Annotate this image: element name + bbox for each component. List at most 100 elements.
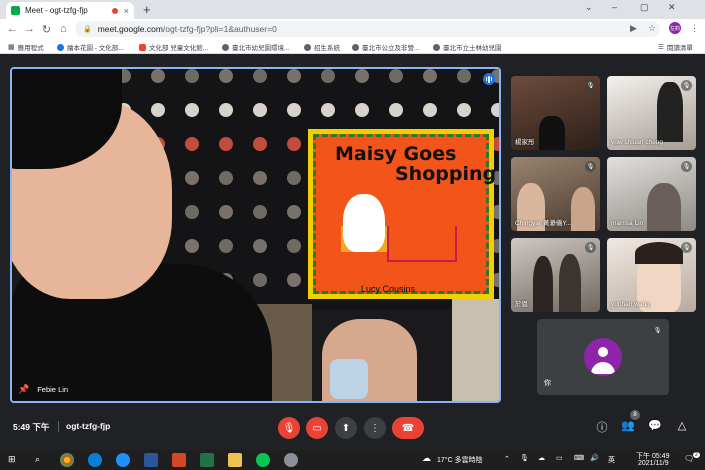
chat-icon[interactable]: 💬 — [647, 419, 663, 432]
participants-count-badge: 8 — [630, 410, 640, 420]
paint-app-icon[interactable] — [284, 453, 298, 467]
pegboard-hole — [253, 273, 267, 287]
pegboard-hole — [287, 171, 301, 185]
mic-off-icon: 🎙 — [282, 422, 296, 434]
address-bar[interactable]: 🔒 meet.google.com /ogt-tzfg-fjp?pli=1&au… — [75, 21, 660, 37]
window-minimize-button[interactable]: – — [612, 2, 617, 12]
people-icon[interactable]: 👥 — [620, 419, 636, 432]
battery-icon[interactable]: ▭ — [556, 454, 563, 462]
divider — [58, 421, 59, 432]
participant-name: yow shiuan cheng — [611, 139, 664, 146]
participant-tile[interactable]: 🎙 marrisa Lin — [607, 157, 696, 231]
pegboard-hole — [253, 239, 267, 253]
volume-icon[interactable]: 🔊 — [590, 454, 599, 462]
pin-icon[interactable]: 📌 — [18, 384, 29, 395]
mic-muted-icon: 🎙 — [681, 242, 692, 253]
window-maximize-button[interactable]: ▢ — [640, 2, 649, 13]
internet-explorer-icon[interactable] — [116, 453, 130, 467]
pegboard-hole — [287, 137, 301, 151]
tab-close-icon[interactable]: × — [124, 6, 129, 16]
pegboard-hole — [457, 103, 471, 117]
pegboard-hole — [253, 69, 267, 83]
pegboard-hole — [185, 239, 199, 253]
file-explorer-icon[interactable] — [228, 453, 242, 467]
pegboard-hole — [253, 171, 267, 185]
notification-count-badge: 2 — [693, 452, 700, 458]
window-close-button[interactable]: ✕ — [668, 2, 676, 13]
bookmark-item[interactable]: 臺北市公立及非營... — [352, 42, 419, 52]
bookmark-item[interactable]: 臺北市立士林幼兒園 — [433, 42, 502, 52]
mic-muted-icon: 🎙 — [585, 161, 596, 172]
tab-title: Meet - ogt-tzfg-fjp — [25, 6, 88, 15]
bookmark-label: 繪本花園 - 文化部... — [67, 45, 124, 52]
home-icon[interactable]: ⌂ — [55, 23, 72, 35]
activities-icon[interactable]: △ — [674, 419, 690, 432]
more-options-button[interactable]: ⋮ — [364, 417, 386, 439]
camera-in-use-icon[interactable]: ▶ — [630, 23, 637, 34]
pegboard-hole — [423, 103, 437, 117]
participant-tile[interactable]: 🎙 於恩 — [511, 238, 600, 312]
weather-cloud-icon[interactable]: ☁ — [422, 453, 431, 464]
participant-tile[interactable]: 🎙 楊家彤 — [511, 76, 600, 150]
profile-avatar[interactable]: 左鈞 — [669, 22, 681, 34]
participant-tile[interactable]: 🎙 Chingyar 黃瀞儀Y... — [511, 157, 600, 231]
search-icon[interactable]: ⌕ — [35, 454, 40, 465]
bookmark-item[interactable]: 文化部 兒童文化館... — [139, 42, 208, 52]
pegboard-hole — [389, 103, 403, 117]
chrome-icon[interactable] — [60, 453, 74, 467]
excel-icon[interactable] — [200, 453, 214, 467]
bookmark-item[interactable]: 招生系統 — [304, 42, 340, 52]
weather-readout[interactable]: 17°C 多雲時陰 — [437, 455, 483, 465]
network-icon[interactable]: ⌨ — [574, 454, 584, 462]
self-video-tile[interactable]: 🎙 你 — [537, 319, 669, 395]
present-screen-button[interactable]: ⬆ — [335, 417, 357, 439]
cloud-tray-icon[interactable]: ☁ — [538, 454, 545, 462]
bookmark-star-icon[interactable]: ☆ — [648, 23, 656, 34]
reload-icon[interactable]: ↻ — [38, 23, 55, 36]
url-path: /ogt-tzfg-fjp?pli=1&authuser=0 — [162, 24, 277, 34]
tab-search-chevron-icon[interactable]: ⌄ — [585, 2, 593, 13]
pegboard-hole — [185, 69, 199, 83]
bookmark-label: 臺北市立士林幼兒園 — [443, 45, 502, 52]
pegboard-hole — [287, 239, 301, 253]
meeting-details-info-icon[interactable]: ⓘ — [594, 419, 610, 435]
meeting-controls-bar: 5:49 下午 ogt-tzfg-fjp 🎙 ▭ ⬆ ⋮ ☎ ⓘ 👥 💬 △ — [0, 405, 705, 450]
participant-name: Chingyar 黃瀞儀Y... — [515, 220, 572, 227]
browser-tab-meet[interactable]: Meet - ogt-tzfg-fjp × — [6, 2, 134, 19]
bookmark-item[interactable]: 繪本花園 - 文化部... — [57, 42, 124, 52]
pegboard-hole — [185, 103, 199, 117]
windows-start-icon[interactable]: ⊞ — [8, 454, 16, 465]
pegboard-hole — [185, 171, 199, 185]
microphone-toggle-button[interactable]: 🎙 — [278, 417, 300, 439]
new-tab-button[interactable]: + — [143, 2, 151, 17]
bookmark-apps[interactable]: ▦ 應用程式 — [8, 42, 44, 52]
word-icon[interactable] — [144, 453, 158, 467]
pegboard-hole — [219, 171, 233, 185]
pegboard-hole — [491, 103, 499, 117]
bookmark-label: 臺北市幼兒園環境... — [232, 45, 290, 52]
pegboard-hole — [151, 103, 165, 117]
taskbar-date[interactable]: 2021/11/9 — [638, 460, 669, 467]
pegboard-hole — [185, 205, 199, 219]
participant-tile[interactable]: 🎙 yow shiuan cheng — [607, 76, 696, 150]
browser-menu-icon[interactable]: ⋮ — [690, 23, 699, 34]
present-screen-icon: ⬆ — [341, 422, 351, 434]
chevron-up-icon[interactable]: ⌃ — [504, 455, 510, 463]
edge-icon[interactable] — [88, 453, 102, 467]
mic-muted-icon: 🎙 — [681, 161, 692, 172]
forward-arrow-icon[interactable]: → — [21, 23, 38, 35]
mic-tray-icon[interactable]: 🎙 — [520, 454, 529, 462]
reading-list[interactable]: ☰ 閱讀清單 — [658, 42, 693, 52]
pegboard-hole — [253, 103, 267, 117]
line-app-icon[interactable] — [256, 453, 270, 467]
camera-toggle-button[interactable]: ▭ — [306, 417, 328, 439]
globe-icon — [304, 43, 311, 51]
powerpoint-icon[interactable] — [172, 453, 186, 467]
maisy-mouse-illustration — [343, 194, 385, 252]
leave-call-button[interactable]: ☎ — [392, 417, 424, 439]
input-method-indicator[interactable]: 英 — [608, 455, 615, 465]
main-video-tile[interactable]: Maisy Goes Shopping Lucy Cousins 📌 Febie… — [10, 67, 501, 403]
participant-tile[interactable]: 🎙 yunhan wang — [607, 238, 696, 312]
back-arrow-icon[interactable]: ← — [4, 23, 21, 35]
bookmark-item[interactable]: 臺北市幼兒園環境... — [222, 42, 289, 52]
